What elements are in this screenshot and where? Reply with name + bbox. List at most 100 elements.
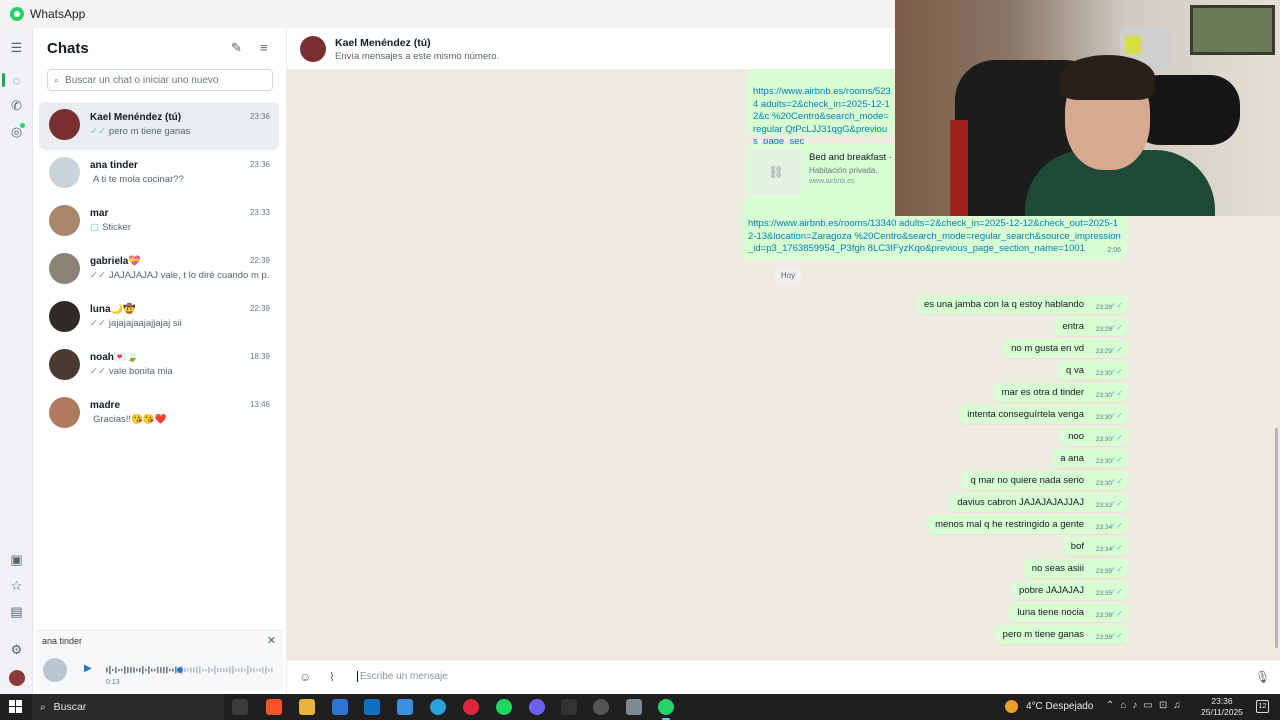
close-icon[interactable]: ✕ [267, 634, 276, 647]
message-bubble[interactable]: davius cabron JAJAJAJAJJAJ 23:32 ✓✓ [949, 493, 1128, 512]
webcam-overlay [895, 0, 1280, 216]
chat-preview-text: vale bonita mia [108, 366, 173, 377]
store-icon[interactable] [332, 699, 348, 715]
message-input[interactable]: Escribe un mensaje [357, 671, 448, 682]
message-bubble[interactable]: es una jamba con la q estoy hablando 23:2… [915, 295, 1128, 314]
wall-picture [1190, 5, 1275, 55]
message-bubble[interactable]: bof 23:34 ✓✓ [1062, 537, 1128, 556]
chat-name: Kael Menéndez (tú) [90, 112, 182, 123]
scrollbar[interactable] [1275, 428, 1278, 648]
message-bubble[interactable]: luna tiene nocia 23:36 ✓✓ [1009, 603, 1128, 622]
discord-icon[interactable] [529, 699, 545, 715]
brave-browser-icon[interactable] [266, 699, 282, 715]
archived-icon[interactable]: ▤ [0, 600, 33, 624]
message-list: es una jamba con la q estoy hablando 23:2… [848, 294, 1128, 646]
message-bubble[interactable]: q mar no quiere nada serio 23:30 ✓✓ [962, 471, 1128, 490]
attach-icon[interactable]: ⌇ [329, 670, 335, 684]
spotify-icon[interactable] [496, 699, 512, 715]
chat-list-item[interactable]: noah💌🍃 18:39 ✓✓ vale bonita mia [39, 342, 279, 390]
message-bubble[interactable]: entra 23:28 ✓✓ [1054, 317, 1128, 336]
settings-icon[interactable]: ⚙ [0, 638, 33, 662]
waveform-bar [106, 667, 108, 673]
message-row: luna tiene nocia 23:36 ✓✓ [848, 602, 1128, 624]
conversation-avatar[interactable] [300, 36, 326, 62]
message-bubble[interactable]: q va 23:30 ✓✓ [1058, 361, 1128, 380]
link-preview-card[interactable]: ⛓ Bed and breakfast · Z Habitación priva… [747, 144, 905, 200]
chat-list-item[interactable]: ana tinder 23:36 A ti te mola cocinar?? [39, 150, 279, 198]
task-view-icon[interactable] [232, 699, 248, 715]
whatsapp-taskbar-icon[interactable] [658, 699, 674, 720]
double-check-icon: ✓✓ [1109, 367, 1123, 376]
waveform-bar [211, 668, 213, 672]
waveform-bar [148, 666, 150, 674]
waveform-bar [265, 665, 267, 675]
chat-preview-text: jajajajaajajjajaj sii [108, 318, 182, 329]
chat-name: noah💌🍃 [90, 352, 139, 363]
chats-icon[interactable]: ◌ [0, 68, 33, 92]
filter-icon[interactable]: ≡ [260, 40, 268, 55]
chat-list-item[interactable]: gabriela💝 22:39 ✓✓ JAJAJAJAJ vale, t lo dir… [39, 246, 279, 294]
chat-list-item[interactable]: madre 13:46 Gracias!!😘😘❤️ [39, 390, 279, 438]
message-bubble[interactable]: mar es otra d tinder 23:30 ✓✓ [993, 383, 1128, 402]
app-icon[interactable] [626, 699, 642, 715]
message-bubble[interactable]: menos mal q he restringido a gente 23:34 ✓… [927, 515, 1128, 534]
chat-list: Kael Menéndez (tú) 23:36 ✓✓ pero m tiene ga… [39, 102, 279, 438]
chat-preview: Gracias!!😘😘❤️ [90, 414, 270, 425]
clock[interactable]: 23:36 25/11/2025 [1200, 696, 1244, 718]
waveform-bar [196, 666, 198, 674]
message-text: no m gusta en vd [1011, 343, 1084, 354]
new-chat-icon[interactable]: ✎ [231, 40, 242, 56]
chat-time: 13:46 [249, 400, 270, 409]
waveform-bar [193, 667, 195, 673]
pinterest-icon[interactable] [463, 699, 479, 715]
chat-list-item[interactable]: luna🌙🤠 22:39 ✓✓ jajajajaajajjajaj sii [39, 294, 279, 342]
obs-icon[interactable] [593, 699, 609, 715]
link-message[interactable]: https://www.airbnb.es/rooms/5234 adults=… [747, 70, 897, 147]
message-bubble[interactable]: pero m tiene ganas 23:36 ✓✓ [994, 625, 1128, 644]
link-url[interactable]: https://www.airbnb.es/rooms/5234 adults=… [753, 86, 891, 149]
message-bubble[interactable]: no m gusta en vd 23:29 ✓✓ [1003, 339, 1128, 358]
profile-avatar[interactable] [0, 666, 33, 690]
message-bubble[interactable]: no seas asiii 23:35 ✓✓ [1023, 559, 1128, 578]
waveform-bar [160, 667, 162, 673]
file-explorer-icon[interactable] [299, 699, 315, 715]
waveform-bar [253, 667, 255, 673]
channels-icon[interactable]: ▣ [0, 548, 33, 572]
message-text: pero m tiene ganas [1002, 629, 1084, 640]
capcut-icon[interactable] [561, 699, 577, 715]
message-bubble[interactable]: pobre JAJAJAJ 23:35 ✓✓ [1011, 581, 1128, 600]
starred-icon[interactable]: ☆ [0, 574, 33, 598]
waveform-bar [172, 668, 174, 672]
menu-icon[interactable]: ☰ [0, 36, 33, 60]
read-receipt-icon: ✓✓ [90, 318, 106, 329]
sidebar-title: Chats [47, 40, 89, 57]
clock-time: 23:36 [1211, 696, 1233, 706]
search-icon: ⌕ [40, 701, 46, 713]
message-bubble[interactable]: intenta conseguírtela venga 23:30 ✓✓ [959, 405, 1128, 424]
system-tray[interactable]: ⌃⌂♪▭⊡♫ [1106, 700, 1187, 711]
notification-icon[interactable]: 12 [1256, 700, 1269, 713]
audio-waveform[interactable] [106, 664, 274, 676]
link-url[interactable]: https://www.airbnb.es/rooms/13340 adults… [748, 218, 1121, 256]
chat-preview: ✓✓ JAJAJAJAJ vale, t lo diré cuando m p..… [90, 270, 270, 281]
chat-list-item[interactable]: Kael Menéndez (tú) 23:36 ✓✓ pero m tiene ga… [39, 102, 279, 150]
microphone-icon[interactable]: 🎙 [1255, 670, 1270, 684]
windows-start-icon[interactable] [9, 700, 22, 713]
navigation-rail: ☰ ◌ ✆ ◎ ▣ ☆ ▤ ⚙ [0, 28, 33, 694]
search-input[interactable]: ⌕ Buscar un chat o iniciar uno nuevo [47, 69, 273, 91]
chat-name: mar [90, 208, 109, 219]
emoji-icon[interactable]: ☺ [299, 670, 311, 684]
weather-widget[interactable]: 4°C Despejado [1005, 700, 1093, 713]
status-icon[interactable]: ◎ [0, 120, 33, 144]
chat-avatar [49, 397, 80, 428]
message-bubble[interactable]: noo 23:30 ✓✓ [1060, 427, 1128, 446]
outlook-icon[interactable] [364, 699, 380, 715]
chat-list-item[interactable]: mar 23:33 ▢ Sticker [39, 198, 279, 246]
calls-icon[interactable]: ✆ [0, 94, 33, 118]
play-icon[interactable]: ▶ [84, 663, 92, 674]
window-title: WhatsApp [30, 7, 86, 21]
taskbar-search[interactable]: ⌕ Buscar [32, 694, 224, 720]
telegram-icon[interactable] [430, 699, 446, 715]
message-bubble[interactable]: a ana 23:30 ✓✓ [1052, 449, 1128, 468]
app-icon[interactable] [397, 699, 413, 715]
